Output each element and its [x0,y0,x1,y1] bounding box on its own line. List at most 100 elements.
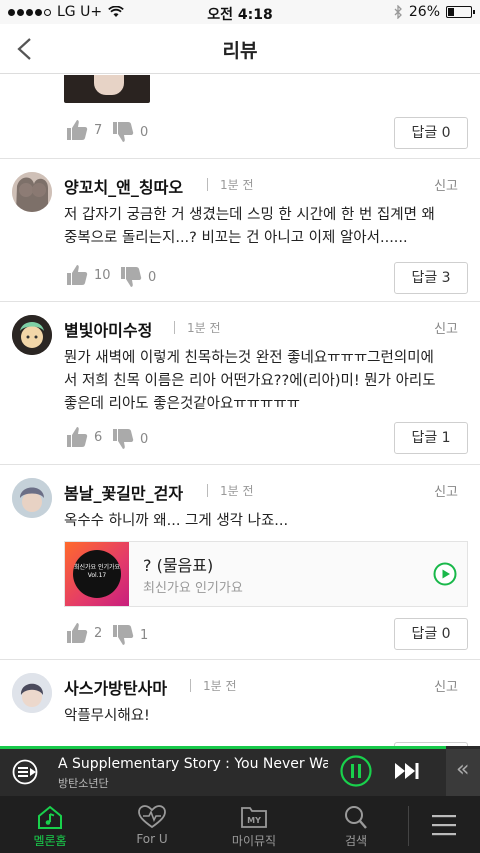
review-text-line: 중복으로 돌리는지...? 비꼬는 건 아니고 이제 알아서...... [64,230,408,246]
app-header: 리뷰 [0,24,480,74]
review-item: 봄날_꽃길만_걷자 1분 전 신고 옥수수 하니까 왜... 그게 생각 나죠.… [0,465,480,659]
dislike-count: 0 [140,431,149,447]
thumbs-up-icon [67,623,88,643]
tab-my-music[interactable]: MY 마이뮤직 [218,796,290,853]
timestamp: 1분 전 [187,321,221,335]
review-text-line: 악플무시해요! [64,708,150,724]
separator [174,321,175,334]
like-count: 6 [94,429,103,445]
song-album: 최신가요 인기가요 [143,581,243,596]
timestamp: 1분 전 [203,679,237,693]
attached-photo[interactable] [64,75,150,103]
bluetooth-icon [394,5,402,19]
review-text: 옥수수 하니까 왜... 그게 생각 나죠... [64,510,470,533]
thumbs-down-icon [121,267,142,287]
tab-search[interactable]: 검색 [320,796,392,853]
review-text: 저 갑자기 궁금한 거 생겼는데 스밍 한 시간에 한 번 집계면 왜 중복으로… [64,204,470,250]
dislike-button[interactable]: 1 [112,624,148,646]
dislike-count: 1 [140,627,149,643]
separator [190,679,191,692]
username[interactable]: 양꼬치_앤_칭따오 [64,174,183,198]
mini-player[interactable]: A Supplementary Story : You Never Wal… 방… [0,746,480,796]
thumbs-down-icon [113,429,134,449]
dislike-count: 0 [140,124,149,140]
now-playing-artist[interactable]: 방탄소년단 [58,775,109,791]
heart-music-icon [138,805,166,829]
battery-icon [446,6,475,18]
reply-button[interactable]: 답글 3 [394,262,468,294]
timestamp: 1분 전 [220,484,254,498]
thumbs-down-icon [113,625,134,645]
divider [408,806,409,846]
review-item: 별빛아미수정 1분 전 신고 뭔가 새벽에 이렇게 친목하는것 완전 좋네요ㅠㅠ… [0,302,480,464]
review-text-line: 뭔가 새벽에 이렇게 친목하는것 완전 좋네요ㅠㅠㅠ그런의미에 [64,350,434,366]
search-icon [345,806,367,829]
report-link[interactable]: 신고 [434,175,458,194]
dislike-button[interactable]: 0 [120,266,156,288]
username[interactable]: 사스가방탄사마 [64,675,167,699]
svg-text:MY: MY [247,816,261,825]
thumbs-up-icon [67,120,88,140]
review-text: 악플무시해요! [64,705,470,728]
review-item: 양꼬치_앤_칭따오 1분 전 신고 저 갑자기 궁금한 거 생겼는데 스밍 한 … [0,159,480,301]
reply-button[interactable]: 답글 0 [394,117,468,149]
battery-percent: 26% [408,4,440,20]
tab-label: 마이뮤직 [231,834,277,848]
tab-melon-home[interactable]: 멜론홈 [14,796,86,853]
separator [207,178,208,191]
reply-button[interactable]: 답글 0 [394,618,468,650]
like-count: 7 [94,122,103,138]
dislike-count: 0 [148,269,157,285]
report-link[interactable]: 신고 [434,318,458,337]
album-art-text: 최신가요 인기가요 Vol.17 [73,550,121,598]
thumbs-up-icon [67,265,88,285]
report-link[interactable]: 신고 [434,481,458,500]
username[interactable]: 봄날_꽃길만_걷자 [64,480,183,504]
dislike-button[interactable]: 0 [112,121,148,143]
review-text: 뭔가 새벽에 이렇게 친목하는것 완전 좋네요ㅠㅠㅠ그런의미에 서 저희 친목 … [64,347,470,416]
separator [207,484,208,497]
tab-label: 멜론홈 [33,834,67,848]
reply-button[interactable]: 답글 1 [394,422,468,454]
avatar[interactable] [12,673,52,713]
expand-player-button[interactable]: « [446,749,480,796]
review-text-line: 서 저희 친목 이름은 리아 어떤가요??에(리아)미! 뭔가 아리도 [64,373,436,389]
bottom-tab-bar: 멜론홈 For U MY 마이뮤직 검색 [0,796,480,853]
review-list[interactable]: 7 0 답글 0 양꼬치_앤_칭따오 1분 전 신고 저 갑자기 궁금한 거 생… [0,75,480,746]
playback-progress-bar[interactable] [0,746,447,749]
like-button[interactable]: 2 [66,622,102,644]
username[interactable]: 별빛아미수정 [64,317,152,341]
review-text-line: 좋은데 리아도 좋은것같아요ㅠㅠㅠㅠㅠ [64,396,300,412]
playlist-icon[interactable] [12,759,40,785]
review-text-line: 저 갑자기 궁금한 거 생겼는데 스밍 한 시간에 한 번 집계면 왜 [64,207,435,223]
like-button[interactable]: 6 [66,426,102,448]
like-count: 10 [94,267,111,283]
now-playing-title[interactable]: A Supplementary Story : You Never Wal… [58,756,328,772]
double-chevron-left-icon: « [456,757,470,782]
like-button[interactable]: 10 [66,264,111,286]
next-track-icon[interactable] [394,761,420,781]
timestamp: 1분 전 [220,178,254,192]
tab-label: For U [136,832,168,846]
play-icon[interactable] [433,562,457,586]
song-title: ? (물음표) [143,556,214,575]
dislike-button[interactable]: 0 [112,428,148,450]
report-link[interactable]: 신고 [434,676,458,695]
thumbs-down-icon [113,122,134,142]
like-button[interactable]: 7 [66,119,102,141]
status-bar: LG U+ 오전 4:18 26% [0,0,480,24]
thumbs-up-icon [67,427,88,447]
home-icon [38,805,62,829]
review-item: 사스가방탄사마 1분 전 신고 악플무시해요! [0,660,480,746]
tab-for-u[interactable]: For U [116,796,188,853]
like-count: 2 [94,625,103,641]
avatar[interactable] [12,315,52,355]
pause-icon[interactable] [340,755,372,787]
review-text-line: 옥수수 하니까 왜... 그게 생각 나죠... [64,513,289,529]
my-music-icon: MY [241,807,267,828]
avatar[interactable] [12,172,52,212]
avatar[interactable] [12,478,52,518]
tab-menu[interactable] [416,796,472,853]
attached-song-card[interactable]: 최신가요 인기가요 Vol.17 ? (물음표) 최신가요 인기가요 [64,541,468,607]
tab-label: 검색 [344,834,368,848]
